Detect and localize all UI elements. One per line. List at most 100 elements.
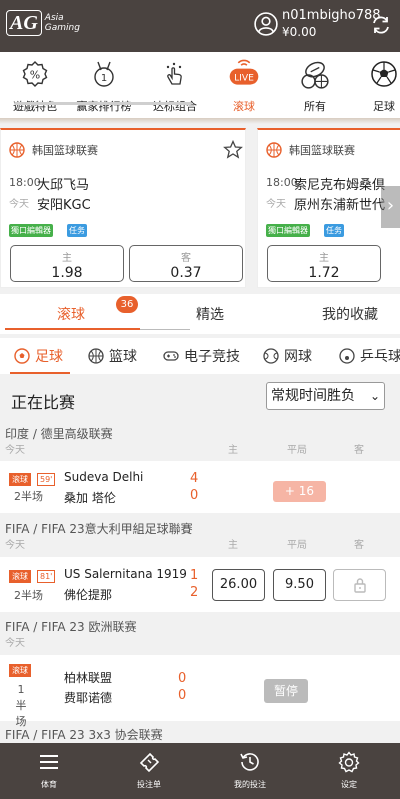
league-name: 韩国篮球联赛 — [32, 144, 98, 157]
refresh-icon[interactable] — [370, 14, 392, 36]
score-away: 2 — [190, 585, 199, 600]
sport-tab-table-tennis[interactable]: 乒乓球 — [339, 346, 400, 366]
col-draw-label: 平局 — [287, 445, 307, 456]
match-row[interactable]: 滚球 1半场 柏林联盟 费耶诺德 0 0 暂停 — [0, 655, 400, 728]
sport-tab-label: 网球 — [284, 349, 312, 365]
app-logo[interactable]: AG Asia Gaming — [6, 10, 80, 36]
live-icon-text: LIVE — [234, 74, 254, 84]
team-home: US Salernitana 1919 — [64, 567, 187, 581]
league-header[interactable]: FIFA / FIFA 23意大利甲組足球聯賽 — [0, 520, 400, 538]
tab-divider — [140, 329, 190, 330]
user-icon — [254, 12, 278, 36]
category-scroll-indicator[interactable] — [14, 102, 192, 105]
sport-tab-tennis[interactable]: 网球 — [263, 346, 312, 366]
nav-label: 投注单 — [137, 780, 161, 789]
league-day: 今天 — [5, 445, 25, 456]
nav-label: 我的投注 — [234, 780, 266, 789]
sport-tabs: 足球 篮球 电子竞技 网球 乒乓球 — [0, 338, 400, 374]
gamepad-icon — [163, 351, 179, 361]
odds-home-button[interactable]: 主 1.98 — [10, 245, 124, 282]
live-tag: 滚球 — [9, 473, 31, 486]
nav-label: 体育 — [41, 780, 57, 789]
score-home: 4 — [190, 471, 199, 486]
nav-settings[interactable]: 设定 — [314, 751, 384, 790]
odds-home-button[interactable]: 主 1.72 — [267, 245, 381, 282]
sport-tab-label: 电子竞技 — [184, 349, 240, 365]
odds-home-button[interactable]: 26.00 — [212, 569, 265, 601]
team-home: 柏林联盟 — [64, 671, 113, 685]
match-row[interactable]: 滚球 59' 2半场 Sudeva Delhi 桑加 塔伦 4 0 + 16 — [0, 461, 400, 513]
match-minute: 59' — [37, 473, 56, 486]
match-period: 2半场 — [14, 490, 43, 503]
league-header[interactable]: FIFA / FIFA 23 欧洲联赛 — [0, 618, 400, 636]
nav-betslip[interactable]: 投注单 — [114, 751, 184, 790]
match-time: 18:00 — [9, 176, 41, 189]
section-header: 正在比赛 常规时间胜负 ⌄ — [0, 376, 400, 418]
more-markets-button[interactable]: + 16 — [273, 481, 326, 502]
market-select[interactable]: 常规时间胜负 ⌄ — [266, 382, 385, 410]
category-combo[interactable]: 达标组合 — [143, 52, 207, 118]
odds-draw-button[interactable]: 9.50 — [273, 569, 326, 601]
category-all[interactable]: 所有 — [283, 52, 347, 118]
nav-sports[interactable]: 体育 — [14, 751, 84, 790]
col-draw-label: 平局 — [287, 540, 307, 551]
col-away-label: 客 — [354, 445, 364, 456]
featured-match-card[interactable]: 韩国篮球联赛 18:00 今天 大邱飞马 安阳KGC 獨口編輯器 任务 主 1.… — [0, 128, 246, 288]
nav-my-bets[interactable]: 我的投注 — [215, 751, 285, 790]
category-live[interactable]: LIVE 滚球 — [212, 52, 276, 118]
gear-icon — [338, 751, 360, 773]
team-home: 大邱飞马 — [37, 178, 90, 193]
logo-mark: AG — [6, 10, 42, 36]
menu-icon — [40, 755, 58, 769]
featured-match-card[interactable]: 韩国篮球联赛 18:00 今天 索尼克布姆桑倶 原州东浦新世代 獨口編輯器 任务… — [257, 128, 400, 288]
category-features[interactable]: % 遊戲特色 — [3, 52, 67, 118]
basketball-icon — [9, 142, 25, 158]
category-label: 滚球 — [233, 100, 255, 113]
chevron-right-icon: › — [386, 195, 395, 216]
nav-label: 设定 — [341, 780, 357, 789]
league-header[interactable]: 印度 / 德里高级联赛 — [0, 425, 400, 443]
category-leaderboard[interactable]: 1 赢家排行榜 — [72, 52, 136, 118]
league-header[interactable]: FIFA / FIFA 23 3x3 协会联赛 — [0, 726, 400, 744]
category-football[interactable]: 足球 — [352, 52, 400, 118]
category-label: 赢家排行榜 — [76, 100, 132, 113]
carousel-next-button[interactable]: › — [381, 186, 400, 228]
svg-text:1: 1 — [101, 73, 107, 84]
market-select-value: 常规时间胜负 — [271, 388, 355, 404]
section-title: 正在比赛 — [11, 393, 76, 412]
match-minute: 81' — [37, 570, 56, 583]
sport-tab-football[interactable]: 足球 — [14, 346, 63, 366]
col-away-label: 客 — [354, 540, 364, 551]
top-bar: AG Asia Gaming n01mbigho788 ¥0.00 — [0, 0, 400, 52]
star-icon[interactable] — [223, 140, 243, 160]
tab-featured[interactable]: 精选 — [196, 304, 224, 324]
tab-favorites[interactable]: 我的收藏 — [322, 304, 378, 324]
ticket-icon — [139, 752, 160, 773]
sport-tab-esports[interactable]: 电子竞技 — [163, 346, 240, 366]
history-icon — [240, 753, 259, 771]
league-day: 今天 — [5, 540, 25, 551]
odds-away-button[interactable]: 客 0.37 — [129, 245, 243, 282]
col-home-label: 主 — [228, 445, 238, 456]
team-away: 桑加 塔伦 — [64, 491, 116, 505]
category-label: 达标组合 — [153, 100, 197, 113]
match-row[interactable]: 滚球 81' 2半场 US Salernitana 1919 佛伦提那 1 2 … — [0, 557, 400, 612]
tennis-ball-icon — [263, 348, 279, 364]
team-away: 佛伦提那 — [64, 588, 113, 602]
sport-tab-label: 篮球 — [109, 349, 137, 365]
logo-line2: Gaming — [44, 23, 80, 33]
balance: ¥0.00 — [282, 25, 317, 39]
odds-label: 客 — [181, 253, 191, 264]
score-home: 1 — [190, 568, 199, 583]
svg-text:%: % — [30, 69, 40, 82]
odds-away-locked — [333, 569, 386, 601]
live-tag: 滚球 — [9, 570, 31, 583]
team-away: 原州东浦新世代 — [294, 198, 386, 213]
sport-tab-basketball[interactable]: 篮球 — [88, 346, 137, 366]
score-away: 0 — [178, 688, 187, 703]
tab-live[interactable]: 滚球 — [57, 304, 85, 324]
match-day: 今天 — [9, 199, 29, 210]
medal-icon: 1 — [94, 61, 114, 87]
odds-label: 主 — [62, 253, 72, 264]
category-label: 遊戲特色 — [13, 100, 57, 113]
